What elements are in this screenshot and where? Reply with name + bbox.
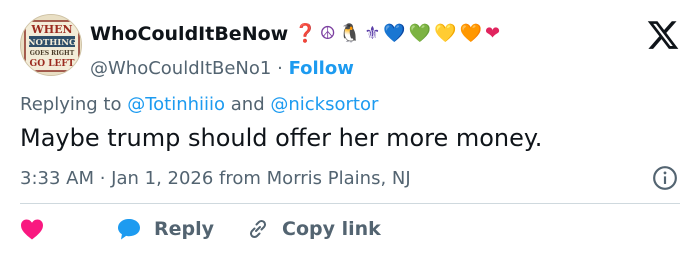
blue-heart-emoji-icon: 💙 <box>383 23 406 44</box>
display-name[interactable]: WhoCouldItBeNow <box>90 23 288 45</box>
penguin-emoji-icon: 🐧 <box>338 23 362 44</box>
tweet-timestamp[interactable]: 3:33 AM · Jan 1, 2026 from Morris Plains… <box>20 168 411 189</box>
mention-link[interactable]: @Totinhiiio <box>127 94 225 115</box>
avatar[interactable]: WHEN NOTHING GOES RIGHT GO LEFT <box>20 14 82 76</box>
tweet-header: WHEN NOTHING GOES RIGHT GO LEFT WhoCould… <box>20 14 680 79</box>
reply-bubble-icon <box>118 219 140 240</box>
action-bar: Reply Copy link <box>20 214 413 244</box>
tweet-text: Maybe trump should offer her more money. <box>20 124 543 152</box>
red-heart-emoji-icon: ❤ <box>485 23 501 44</box>
reply-label: Reply <box>154 218 215 240</box>
replying-prefix: Replying to <box>20 94 128 115</box>
avatar-text-line2: NOTHING <box>28 38 77 48</box>
copy-link-label: Copy link <box>282 218 381 240</box>
yellow-heart-emoji-icon: 💛 <box>434 23 457 44</box>
x-logo-icon[interactable] <box>646 18 680 52</box>
avatar-sign-image: WHEN NOTHING GOES RIGHT GO LEFT <box>21 15 81 75</box>
divider <box>20 203 680 204</box>
copy-link-button[interactable]: Copy link <box>246 217 381 241</box>
like-button[interactable] <box>20 218 56 240</box>
fleur-de-lis-emoji-icon: ⚜ <box>364 23 381 44</box>
link-icon <box>249 219 267 239</box>
question-emoji-icon: ❓ <box>294 23 317 44</box>
heart-icon <box>21 219 43 240</box>
handle-row: @WhoCouldItBeNo1 · Follow <box>90 58 354 79</box>
handle-separator: · <box>277 58 283 79</box>
name-row: WhoCouldItBeNow ❓ ☮ 🐧 ⚜ 💙 💚 💛 🧡 ❤ <box>90 20 503 48</box>
follow-button[interactable]: Follow <box>289 58 354 79</box>
replying-joiner: and <box>225 94 271 115</box>
name-emojis: ❓ ☮ 🐧 ⚜ 💙 💚 💛 🧡 ❤ <box>294 25 503 43</box>
info-icon[interactable] <box>652 165 678 191</box>
peace-emoji-icon: ☮ <box>319 23 336 44</box>
mention-link[interactable]: @nicksortor <box>270 94 378 115</box>
reply-button[interactable]: Reply <box>116 217 214 241</box>
avatar-text-line4: GO LEFT <box>30 59 75 69</box>
replying-to: Replying to @Totinhiiio and @nicksortor <box>20 94 378 115</box>
avatar-text-line3: GOES RIGHT <box>30 50 75 57</box>
green-heart-emoji-icon: 💚 <box>408 23 432 44</box>
avatar-text-line1: WHEN <box>30 23 72 36</box>
orange-heart-emoji-icon: 🧡 <box>459 23 483 44</box>
user-handle[interactable]: @WhoCouldItBeNo1 <box>90 58 271 79</box>
